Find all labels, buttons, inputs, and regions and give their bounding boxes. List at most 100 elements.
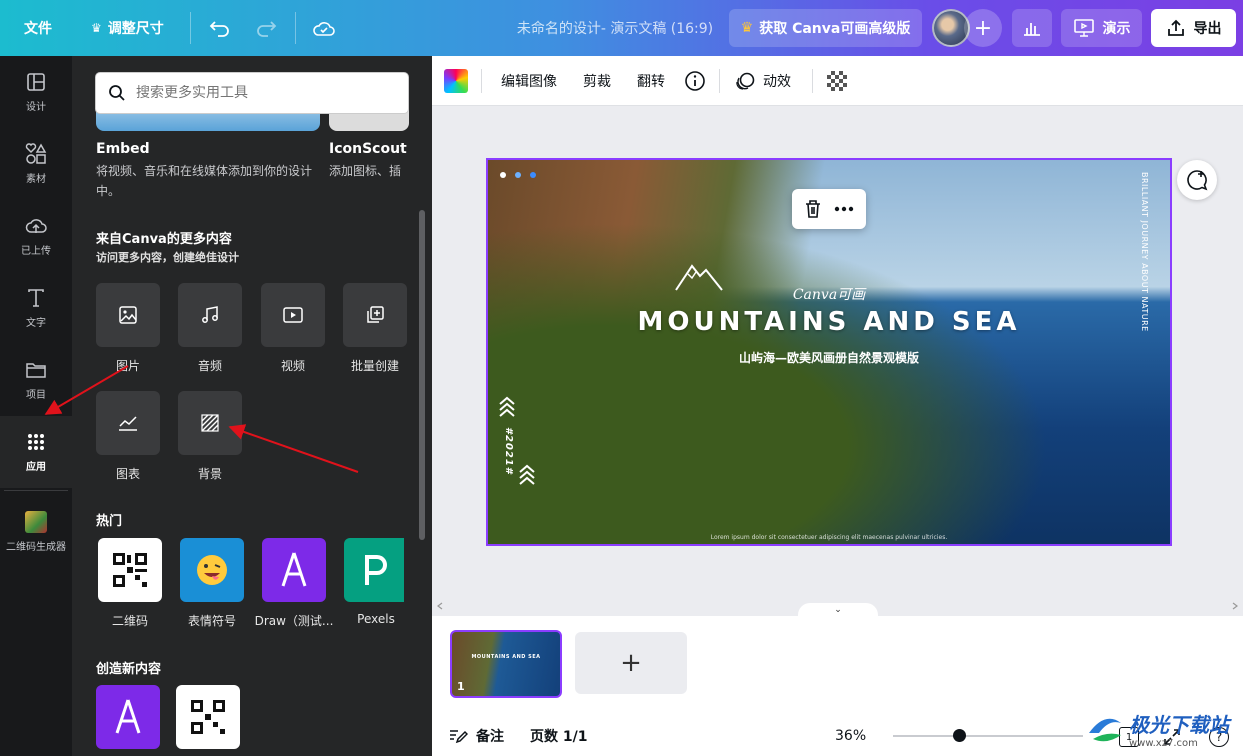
zoom-slider-track[interactable] (893, 735, 1083, 737)
tile-charts[interactable] (96, 391, 160, 455)
undo-icon (209, 21, 229, 37)
design-title[interactable]: 未命名的设计- 演示文稿 (16:9) (470, 0, 760, 56)
add-comment-button[interactable] (1177, 160, 1217, 200)
popular-section-title: 热门 (96, 514, 123, 529)
iconscout-app-title[interactable]: IconScout (329, 141, 407, 157)
info-button[interactable] (684, 56, 706, 106)
rail-item-apps[interactable]: 应用 (0, 416, 72, 488)
app-pexels[interactable] (344, 538, 404, 602)
present-icon (1073, 19, 1094, 37)
video-icon (283, 307, 303, 323)
slide-vertical-text[interactable]: BRILLIANT JOURNEY ABOUT NATURE (1139, 172, 1150, 332)
redo-button[interactable] (255, 0, 277, 56)
trash-icon[interactable] (804, 199, 822, 219)
top-bar: 文件 ♛ 调整尺寸 未命名的设计- 演示文稿 (16:9) ♛ 获取 Canva… (0, 0, 1243, 56)
rail-label: 应用 (26, 462, 46, 473)
more-options-icon[interactable] (834, 206, 854, 212)
animate-button[interactable]: 动效 (734, 56, 791, 106)
tile-backgrounds[interactable] (178, 391, 242, 455)
app-draw[interactable] (262, 538, 326, 602)
app-qr-code[interactable] (98, 538, 162, 602)
tile-label: 视频 (280, 359, 305, 373)
page-thumbnail[interactable]: MOUNTAINS AND SEA 1 (450, 630, 562, 698)
notes-label: 备注 (476, 729, 504, 745)
divider (719, 69, 720, 93)
slide-dot (530, 172, 536, 178)
page-count[interactable]: 页数 1/1 (530, 716, 587, 756)
edit-image-label: 编辑图像 (501, 74, 557, 90)
present-button[interactable]: 演示 (1061, 9, 1142, 47)
pages-toggle-button[interactable]: ⌄ (798, 603, 878, 617)
resize-button[interactable]: ♛ 调整尺寸 (91, 0, 164, 56)
qr-code-icon (191, 700, 225, 734)
plus-icon: + (620, 648, 642, 678)
zoom-percent[interactable]: 36% (835, 716, 866, 756)
apps-panel: Embed 将视频、音乐和在线媒体添加到你的设计 中。 IconScout 添加… (72, 56, 432, 756)
file-menu[interactable]: 文件 (24, 0, 52, 56)
crop-label: 剪裁 (583, 74, 611, 90)
tile-audio[interactable] (178, 283, 242, 347)
export-button[interactable]: 导出 (1151, 9, 1236, 47)
transparency-button[interactable] (827, 56, 847, 106)
rail-label: 二维码生成器 (6, 542, 66, 553)
notes-button[interactable]: 备注 (448, 716, 504, 756)
qr-code-icon (113, 553, 147, 587)
undo-button[interactable] (209, 0, 231, 56)
search-box[interactable] (96, 73, 408, 113)
create-qr-code[interactable] (176, 685, 240, 749)
search-input[interactable] (136, 85, 376, 101)
cloud-upload-icon (25, 215, 47, 237)
zoom-slider-handle[interactable] (953, 729, 966, 742)
slide-subtitle[interactable]: 山屿海—欧美风画册自然景观模版 (488, 349, 1170, 366)
info-icon (685, 71, 705, 91)
slide-title[interactable]: MOUNTAINS AND SEA (488, 307, 1170, 337)
tile-label: 背景 (197, 467, 222, 481)
embed-app-title[interactable]: Embed (96, 141, 150, 157)
floating-element-toolbar (792, 189, 866, 229)
upgrade-button[interactable]: ♛ 获取 Canva可画高级版 (729, 9, 922, 47)
watermark-url: www.xz7.com (1129, 738, 1198, 749)
panel-scrollbar[interactable] (419, 210, 425, 540)
rail-item-projects[interactable]: 项目 (0, 344, 72, 416)
insights-button[interactable] (1012, 9, 1052, 47)
edit-image-button[interactable]: 编辑图像 (501, 56, 557, 106)
rail-item-qr-generator[interactable]: 二维码生成器 (0, 496, 72, 568)
plus-icon: + (973, 15, 993, 41)
bar-chart-icon (1024, 23, 1040, 36)
rail-label: 文字 (26, 318, 46, 329)
left-rail: 设计 素材 已上传 文字 项目 应用 二维码生成器 (0, 56, 72, 756)
divider (812, 69, 813, 93)
app-emoji[interactable] (180, 538, 244, 602)
tile-bulk-create[interactable] (343, 283, 407, 347)
music-icon (202, 306, 218, 323)
app-label: 二维码 (111, 614, 148, 628)
rail-item-text[interactable]: 文字 (0, 272, 72, 344)
add-page-button[interactable]: + (575, 632, 687, 694)
app-label: 表情符号 (187, 614, 236, 628)
image-icon (119, 306, 137, 324)
rail-label: 素材 (26, 174, 46, 185)
animate-label: 动效 (763, 74, 791, 90)
rail-item-elements[interactable]: 素材 (0, 128, 72, 200)
tile-label: 音频 (197, 359, 222, 373)
comment-plus-icon (1187, 170, 1208, 191)
color-button[interactable] (444, 56, 468, 106)
flip-label: 翻转 (637, 74, 665, 90)
flip-button[interactable]: 翻转 (637, 56, 665, 106)
crop-button[interactable]: 剪裁 (583, 56, 611, 106)
watermark: 极光下载站 www.xz7.com (1085, 702, 1243, 756)
emoji-icon (197, 555, 227, 585)
slide-footer-text[interactable]: Lorem ipsum dolor sit consectetuer adipi… (488, 534, 1170, 541)
tile-video[interactable] (261, 283, 325, 347)
chart-icon (119, 416, 137, 431)
slide-year[interactable]: #2021# (503, 427, 514, 475)
notes-icon (450, 730, 468, 744)
layout-icon (25, 71, 47, 93)
invite-button[interactable]: + (964, 9, 1002, 47)
tile-images[interactable] (96, 283, 160, 347)
rail-item-uploads[interactable]: 已上传 (0, 200, 72, 272)
cloud-save-button[interactable] (312, 0, 336, 56)
create-draw[interactable] (96, 685, 160, 749)
rail-item-design[interactable]: 设计 (0, 56, 72, 128)
search-icon (109, 85, 125, 101)
